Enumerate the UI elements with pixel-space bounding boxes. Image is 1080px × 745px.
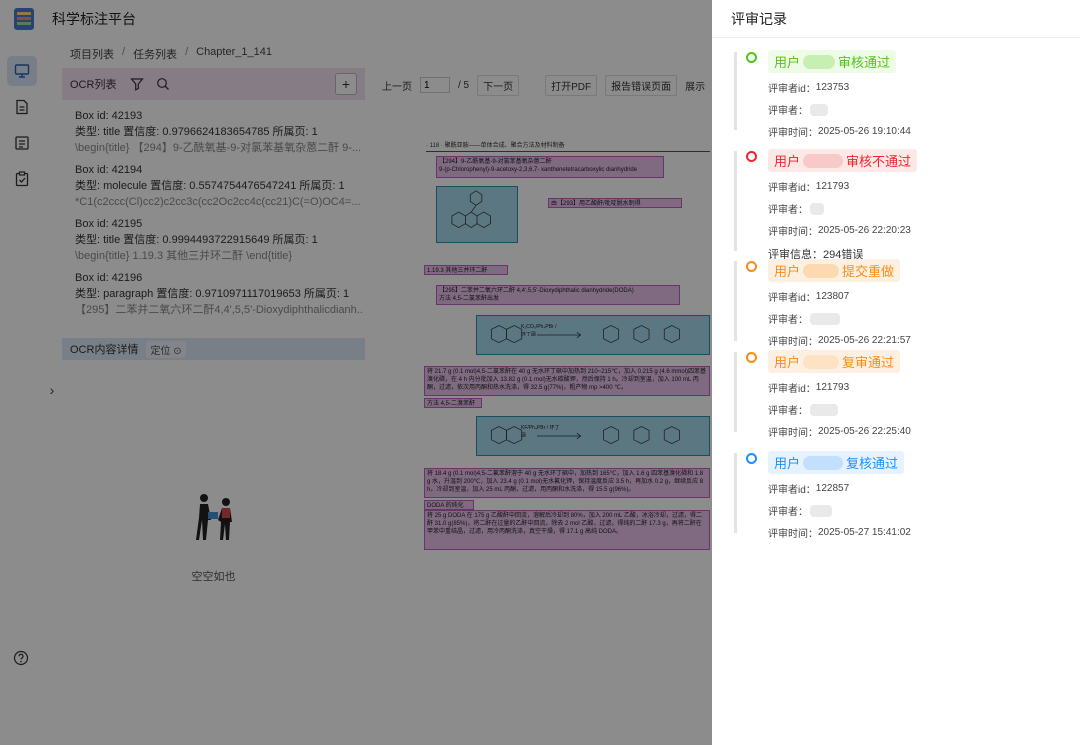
review-time-row: 评审时间： 2025-05-26 19:10:44	[768, 124, 1080, 139]
review-record: 用户 复审通过 评审者id： 121793 评审者： 评审时间： 2025-05-2…	[734, 350, 1080, 439]
redacted-reviewer	[810, 202, 824, 215]
review-time-label: 评审时间：	[768, 227, 818, 238]
timeline-line	[734, 352, 737, 432]
redacted-reviewer	[810, 312, 840, 325]
timeline-line	[734, 151, 737, 251]
review-user-prefix: 用户	[774, 264, 801, 279]
redacted-reviewer	[810, 403, 838, 416]
reviewer-row: 评审者：	[768, 102, 1080, 117]
reviewer-label: 评审者：	[768, 406, 808, 417]
timeline-line	[734, 52, 737, 130]
review-time-row: 评审时间： 2025-05-26 22:21:57	[768, 333, 1080, 348]
reviewer-row: 评审者：	[768, 201, 1080, 216]
review-action: 复审通过	[842, 355, 895, 370]
reviewer-id-value: 121793	[815, 382, 850, 393]
review-record: 用户 审核不通过 评审者id： 121793 评审者： 评审时间： 2025-05-…	[734, 149, 1080, 262]
review-record-title: 用户 审核不通过	[768, 149, 918, 172]
reviewer-id-value: 123807	[815, 291, 850, 302]
reviewer-id-row: 评审者id： 123807	[768, 289, 1080, 304]
review-user-prefix: 用户	[774, 456, 801, 471]
timeline-line	[734, 261, 737, 341]
reviewer-id-value: 123753	[815, 82, 850, 93]
review-time-value: 2025-05-26 22:20:23	[818, 225, 911, 236]
review-time-value: 2025-05-26 19:10:44	[818, 126, 911, 137]
reviewer-label: 评审者：	[768, 315, 808, 326]
status-dot-icon	[746, 151, 757, 162]
status-dot-icon	[746, 453, 757, 464]
reviewer-row: 评审者：	[768, 311, 1080, 326]
redacted-username	[803, 455, 844, 470]
redacted-username	[803, 263, 840, 278]
reviewer-id-label: 评审者id：	[768, 183, 816, 194]
reviewer-id-label: 评审者id：	[768, 384, 816, 395]
review-time-value: 2025-05-26 22:25:40	[818, 426, 911, 437]
redacted-reviewer	[810, 504, 832, 517]
review-time-label: 评审时间：	[768, 529, 818, 540]
review-user-prefix: 用户	[774, 154, 801, 169]
review-time-row: 评审时间： 2025-05-27 15:41:02	[768, 525, 1080, 540]
review-record: 用户 审核通过 评审者id： 123753 评审者： 评审时间： 2025-05-2…	[734, 50, 1080, 139]
review-record: 用户 复核通过 评审者id： 122857 评审者： 评审时间： 2025-05-2…	[734, 451, 1080, 540]
reviewer-label: 评审者：	[768, 205, 808, 216]
review-time-value: 2025-05-27 15:41:02	[818, 527, 911, 538]
review-drawer: 评审记录 用户 审核通过 评审者id： 123753 评审者： 评审时间： 2025…	[712, 0, 1080, 745]
reviewer-label: 评审者：	[768, 106, 808, 117]
reviewer-id-value: 121793	[815, 181, 850, 192]
review-time-label: 评审时间：	[768, 428, 818, 439]
review-drawer-title: 评审记录	[712, 0, 1080, 38]
redacted-username	[803, 153, 844, 168]
review-record-title: 用户 复核通过	[768, 451, 905, 474]
modal-mask[interactable]	[0, 0, 712, 745]
status-dot-icon	[746, 52, 757, 63]
review-time-row: 评审时间： 2025-05-26 22:20:23	[768, 223, 1080, 238]
reviewer-row: 评审者：	[768, 402, 1080, 417]
review-time-row: 评审时间： 2025-05-26 22:25:40	[768, 424, 1080, 439]
reviewer-id-label: 评审者id：	[768, 293, 816, 304]
reviewer-row: 评审者：	[768, 503, 1080, 518]
reviewer-id-row: 评审者id： 122857	[768, 481, 1080, 496]
reviewer-id-row: 评审者id： 121793	[768, 179, 1080, 194]
review-record-title: 用户 复审通过	[768, 350, 901, 373]
timeline-line	[734, 453, 737, 533]
review-time-label: 评审时间：	[768, 337, 818, 348]
review-time-value: 2025-05-26 22:21:57	[818, 335, 911, 346]
redacted-username	[803, 354, 840, 369]
redacted-username	[803, 54, 836, 69]
reviewer-id-row: 评审者id： 123753	[768, 80, 1080, 95]
review-action: 审核通过	[838, 55, 891, 70]
review-user-prefix: 用户	[774, 55, 801, 70]
review-action: 审核不通过	[846, 154, 912, 169]
status-dot-icon	[746, 352, 757, 363]
review-time-label: 评审时间：	[768, 128, 818, 139]
reviewer-label: 评审者：	[768, 507, 808, 518]
reviewer-id-row: 评审者id： 121793	[768, 380, 1080, 395]
status-dot-icon	[746, 261, 757, 272]
review-action: 提交重做	[842, 264, 895, 279]
redacted-reviewer	[810, 103, 828, 116]
review-user-prefix: 用户	[774, 355, 801, 370]
reviewer-id-label: 评审者id：	[768, 485, 816, 496]
reviewer-id-value: 122857	[815, 483, 850, 494]
review-record: 用户 提交重做 评审者id： 123807 评审者： 评审时间： 2025-05-2…	[734, 259, 1080, 348]
review-record-title: 用户 审核通过	[768, 50, 897, 73]
reviewer-id-label: 评审者id：	[768, 84, 816, 95]
review-action: 复核通过	[846, 456, 899, 471]
review-record-title: 用户 提交重做	[768, 259, 901, 282]
